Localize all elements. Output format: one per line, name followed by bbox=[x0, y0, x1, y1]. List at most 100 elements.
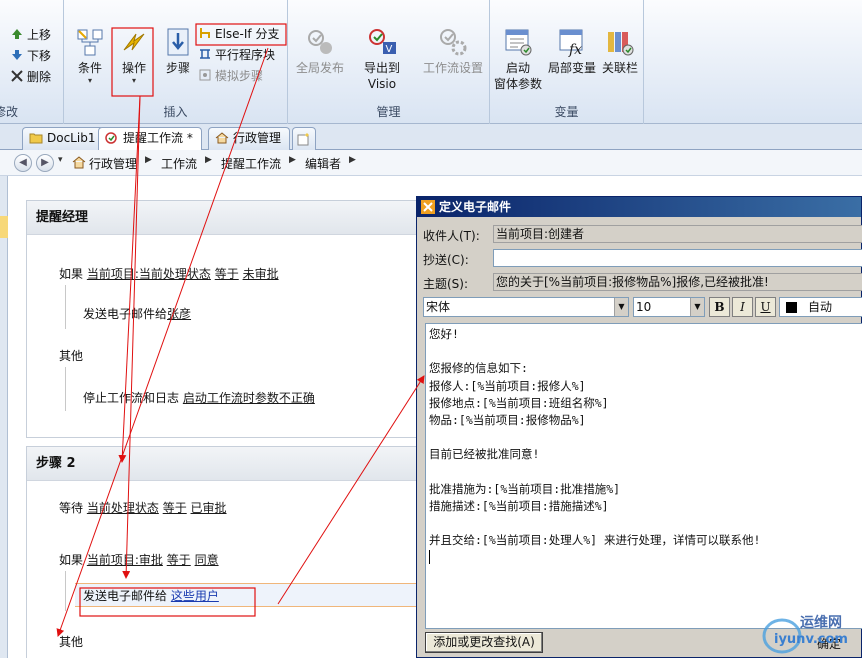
condition-field-link[interactable]: 当前项目:审批 bbox=[87, 553, 163, 567]
watermark-cn: 运维网 bbox=[800, 615, 842, 631]
local-variables-fx-icon: fx bbox=[559, 29, 583, 58]
svg-text:V: V bbox=[386, 44, 393, 55]
bold-button[interactable]: B bbox=[709, 297, 730, 317]
step-2-if-condition: 如果 当前项目:审批 等于 同意 bbox=[59, 551, 219, 568]
email-body-editor[interactable]: 您好! 您报修的信息如下: 报修人:[%当前项目:报修人%] 报修地点:[%当前项目… bbox=[425, 323, 862, 629]
cc-field[interactable] bbox=[493, 249, 862, 267]
move-up-button[interactable]: 上移 bbox=[10, 26, 51, 44]
condition-button[interactable]: 条件 ▾ bbox=[68, 26, 112, 86]
condition-field-link[interactable]: 当前项目:当前处理状态 bbox=[87, 267, 211, 281]
move-down-button[interactable]: 下移 bbox=[10, 47, 51, 65]
underline-button[interactable]: U bbox=[755, 297, 776, 317]
email-body-line bbox=[429, 429, 859, 446]
ribbon-group-edit: 上移 下移 删除 修改 bbox=[0, 0, 64, 124]
if-keyword: 如果 bbox=[59, 553, 84, 567]
breadcrumb-admin[interactable]: 行政管理 bbox=[89, 155, 137, 172]
font-color-select[interactable]: 自动 bbox=[779, 297, 862, 317]
chevron-down-icon: ▼ bbox=[614, 298, 628, 316]
font-size-select[interactable]: 10 ▼ bbox=[633, 297, 705, 317]
workflow-settings-button[interactable]: 工作流设置 bbox=[418, 26, 488, 76]
to-field[interactable]: 当前项目:创建者 bbox=[493, 225, 862, 243]
branch-icon bbox=[200, 28, 210, 38]
publish-icon bbox=[308, 30, 332, 54]
delete-button[interactable]: 删除 bbox=[10, 68, 51, 86]
export-visio-button[interactable]: V 导出到 Visio bbox=[348, 26, 416, 92]
action-button[interactable]: 操作 ▾ bbox=[112, 26, 156, 86]
define-email-dialog: 定义电子邮件 收件人(T): 当前项目:创建者 抄送(C): 主题(S): 您的… bbox=[416, 196, 862, 658]
export-visio-label: 导出到 Visio bbox=[363, 61, 400, 91]
email-body-line: 批准措施为:[%当前项目:批准措施%] bbox=[429, 481, 621, 496]
dialog-title-bar[interactable]: 定义电子邮件 bbox=[417, 197, 861, 217]
breadcrumb-workflows[interactable]: 工作流 bbox=[161, 155, 197, 172]
add-or-change-lookup-button[interactable]: 添加或更改查找(A) bbox=[425, 632, 543, 653]
breadcrumb-editor[interactable]: 编辑者 bbox=[305, 155, 341, 172]
back-button[interactable]: ◀ bbox=[14, 154, 32, 172]
tab-reminder-workflow[interactable]: 提醒工作流 * bbox=[98, 127, 202, 151]
dialog-app-icon bbox=[421, 200, 435, 214]
step-button[interactable]: 步骤 bbox=[156, 26, 200, 76]
chevron-right-icon: ▶ bbox=[289, 155, 296, 165]
edit-group-label: 修改 bbox=[0, 105, 19, 119]
publish-globally-button[interactable]: 全局发布 bbox=[290, 26, 350, 76]
breadcrumb-reminder-workflow[interactable]: 提醒工作流 bbox=[221, 155, 281, 172]
impersonation-icon bbox=[199, 69, 211, 81]
condition-value-link[interactable]: 同意 bbox=[195, 553, 219, 567]
italic-button[interactable]: I bbox=[732, 297, 753, 317]
association-columns-button[interactable]: 关联栏 bbox=[598, 26, 642, 76]
settings-gear-icon bbox=[440, 29, 467, 56]
step-2-else[interactable]: 其他 bbox=[59, 633, 83, 650]
condition-value-link[interactable]: 未审批 bbox=[243, 267, 279, 281]
visio-export-icon: V bbox=[369, 29, 396, 55]
email-body-line: 报修人:[%当前项目:报修人%] bbox=[429, 378, 586, 393]
email-recipient-link[interactable]: 张彦 bbox=[167, 307, 191, 321]
delete-x-icon bbox=[11, 70, 23, 82]
tab-doclib1-label: DocLib1 bbox=[47, 131, 96, 145]
document-tab-bar: DocLib1 提醒工作流 * 行政管理 bbox=[0, 124, 862, 151]
lightning-icon bbox=[123, 33, 145, 51]
nav-selected-highlight bbox=[0, 216, 8, 238]
ribbon: 上移 下移 删除 修改 条件 ▾ 操作 ▾ 步骤 Else-If 分支 平行程序… bbox=[0, 0, 862, 124]
if-keyword: 如果 bbox=[59, 267, 84, 281]
log-message-link[interactable]: 启动工作流时参数不正确 bbox=[183, 391, 315, 405]
delete-label: 删除 bbox=[27, 70, 52, 84]
wait-field-link[interactable]: 当前处理状态 bbox=[87, 501, 159, 515]
forward-button[interactable]: ▶ bbox=[36, 154, 54, 172]
navigation-pane-edge[interactable] bbox=[0, 176, 8, 658]
step-1-send-email-action: 发送电子邮件给张彦 bbox=[83, 305, 191, 322]
step-1-title[interactable]: 提醒经理 bbox=[27, 201, 419, 235]
workflow-settings-label: 工作流设置 bbox=[422, 61, 483, 75]
else-if-button[interactable]: Else-If 分支 bbox=[198, 25, 279, 43]
parallel-block-button[interactable]: 平行程序块 bbox=[198, 46, 275, 64]
branch-guide-line bbox=[65, 367, 66, 411]
step-2-title[interactable]: 步骤 2 bbox=[27, 447, 419, 481]
breadcrumb: ◀ ▶ ▾ 行政管理 ▶ 工作流 ▶ 提醒工作流 ▶ 编辑者 ▶ bbox=[0, 150, 862, 176]
email-body-line: 报修地点:[%当前项目:班组名称%] bbox=[429, 395, 609, 410]
initiation-form-params-label-1: 启动 bbox=[505, 61, 530, 75]
new-tab-icon bbox=[297, 133, 309, 146]
wait-keyword: 等待 bbox=[59, 501, 84, 515]
condition-operator-link[interactable]: 等于 bbox=[167, 553, 191, 567]
forward-arrow-icon: ▶ bbox=[41, 157, 49, 168]
wait-value-link[interactable]: 已审批 bbox=[191, 501, 227, 515]
arrow-down-icon bbox=[12, 50, 22, 60]
color-swatch bbox=[786, 302, 797, 313]
subject-field[interactable]: 您的关于[%当前项目:报修物品%]报修,已经被批准! bbox=[493, 273, 862, 291]
font-name-select[interactable]: 宋体 ▼ bbox=[423, 297, 629, 317]
history-dropdown-icon[interactable]: ▾ bbox=[58, 155, 63, 165]
new-tab-button[interactable] bbox=[292, 127, 316, 150]
step-1-else[interactable]: 其他 bbox=[59, 347, 83, 364]
email-body-line: 目前已经被批准同意! bbox=[429, 447, 540, 462]
condition-operator-link[interactable]: 等于 bbox=[215, 267, 239, 281]
local-variables-button[interactable]: fx 局部变量 bbox=[546, 26, 598, 76]
tab-admin-management[interactable]: 行政管理 bbox=[208, 127, 291, 150]
initiation-form-params-button[interactable]: 启动 窗体参数 bbox=[490, 26, 546, 92]
back-arrow-icon: ◀ bbox=[19, 157, 27, 168]
these-users-link[interactable]: 这些用户 bbox=[171, 589, 219, 603]
wait-operator-link[interactable]: 等于 bbox=[163, 501, 187, 515]
home-icon bbox=[215, 132, 229, 144]
workflow-step-2: 步骤 2 等待 当前处理状态 等于 已审批 如果 当前项目:审批 等于 同意 发… bbox=[26, 446, 421, 658]
tab-reminder-workflow-label: 提醒工作流 * bbox=[123, 131, 193, 145]
association-columns-label: 关联栏 bbox=[601, 61, 638, 75]
tab-doclib1[interactable]: DocLib1 bbox=[22, 127, 105, 150]
impersonation-step-button[interactable]: 模拟步骤 bbox=[198, 67, 263, 85]
